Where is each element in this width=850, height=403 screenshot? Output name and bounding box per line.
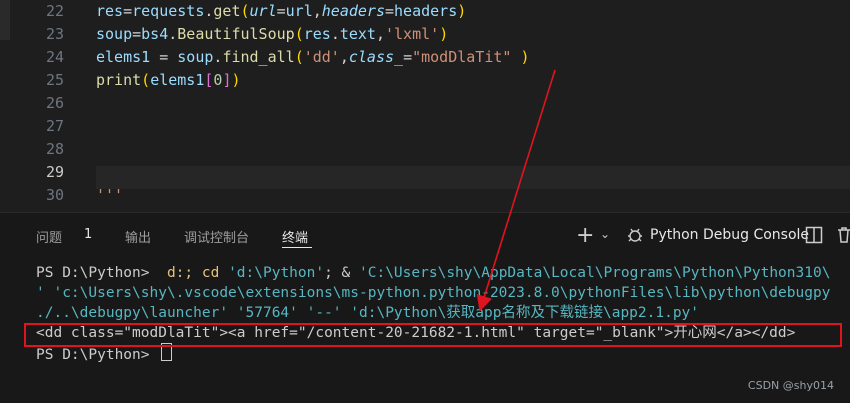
tab-problems[interactable]: 问题 <box>36 227 62 246</box>
code-line[interactable]: 24 elems1 = soup.find_all('dd',class_="mo… <box>0 46 850 69</box>
code-text: res=requests.get(url=url,headers=headers… <box>96 2 467 20</box>
highlight-box <box>24 323 842 347</box>
code-text: ''' <box>96 186 124 204</box>
code-text: elems1 = soup.find_all('dd',class_="modD… <box>96 48 530 66</box>
code-line[interactable]: 22 res=requests.get(url=url,headers=heade… <box>0 0 850 23</box>
chevron-down-icon[interactable]: ⌄ <box>600 227 610 241</box>
code-text: print(elems1[0]) <box>96 71 241 89</box>
code-text: soup=bs4.BeautifulSoup(res.text,'lxml') <box>96 25 449 43</box>
bottom-panel: 问题 1 输出 调试控制台 终端 + ⌄ Python Debug Consol… <box>0 212 850 403</box>
line-number: 30 <box>45 186 64 204</box>
code-line[interactable]: 28 <box>0 138 850 161</box>
terminal-line-1: PS D:\Python> d:; cd 'd:\Python'; & 'C:\… <box>36 265 831 281</box>
code-editor[interactable]: 22 res=requests.get(url=url,headers=heade… <box>0 0 850 212</box>
trash-icon[interactable] <box>836 226 850 249</box>
terminal-line-3: ./..\debugpy\launcher' '57764' '--' 'd:\… <box>36 305 700 321</box>
terminal-name[interactable]: Python Debug Console <box>650 227 809 243</box>
split-icon[interactable] <box>805 226 823 249</box>
code-line[interactable]: 23 soup=bs4.BeautifulSoup(res.text,'lxml'… <box>0 23 850 46</box>
tab-debug-console[interactable]: 调试控制台 <box>184 227 249 246</box>
active-tab-indicator <box>282 247 312 248</box>
panel-tabs: 问题 1 输出 调试控制台 终端 + ⌄ Python Debug Consol… <box>0 213 850 259</box>
code-line[interactable]: 25 print(elems1[0]) <box>0 69 850 92</box>
line-number: 24 <box>45 48 64 66</box>
terminal-line-2: ' 'c:\Users\shy\.vscode\extensions\ms-py… <box>36 285 831 301</box>
tab-output[interactable]: 输出 <box>125 227 151 246</box>
line-number: 28 <box>45 140 64 158</box>
line-number: 22 <box>45 2 64 20</box>
line-number: 26 <box>45 94 64 112</box>
line-number: 25 <box>45 71 64 89</box>
problems-count-badge: 1 <box>84 227 93 242</box>
code-line[interactable]: 26 <box>0 92 850 115</box>
code-line[interactable]: 30 ''' <box>0 184 850 207</box>
line-number: 29 <box>45 163 64 181</box>
bug-icon[interactable] <box>625 225 645 250</box>
line-number: 23 <box>45 25 64 43</box>
code-line[interactable]: 27 <box>0 115 850 138</box>
code-line[interactable]: 29 <box>0 161 850 184</box>
line-number: 27 <box>45 117 64 135</box>
tab-terminal[interactable]: 终端 <box>282 227 308 246</box>
plus-icon[interactable]: + <box>576 223 594 248</box>
watermark: CSDN @shy014 <box>747 379 834 392</box>
